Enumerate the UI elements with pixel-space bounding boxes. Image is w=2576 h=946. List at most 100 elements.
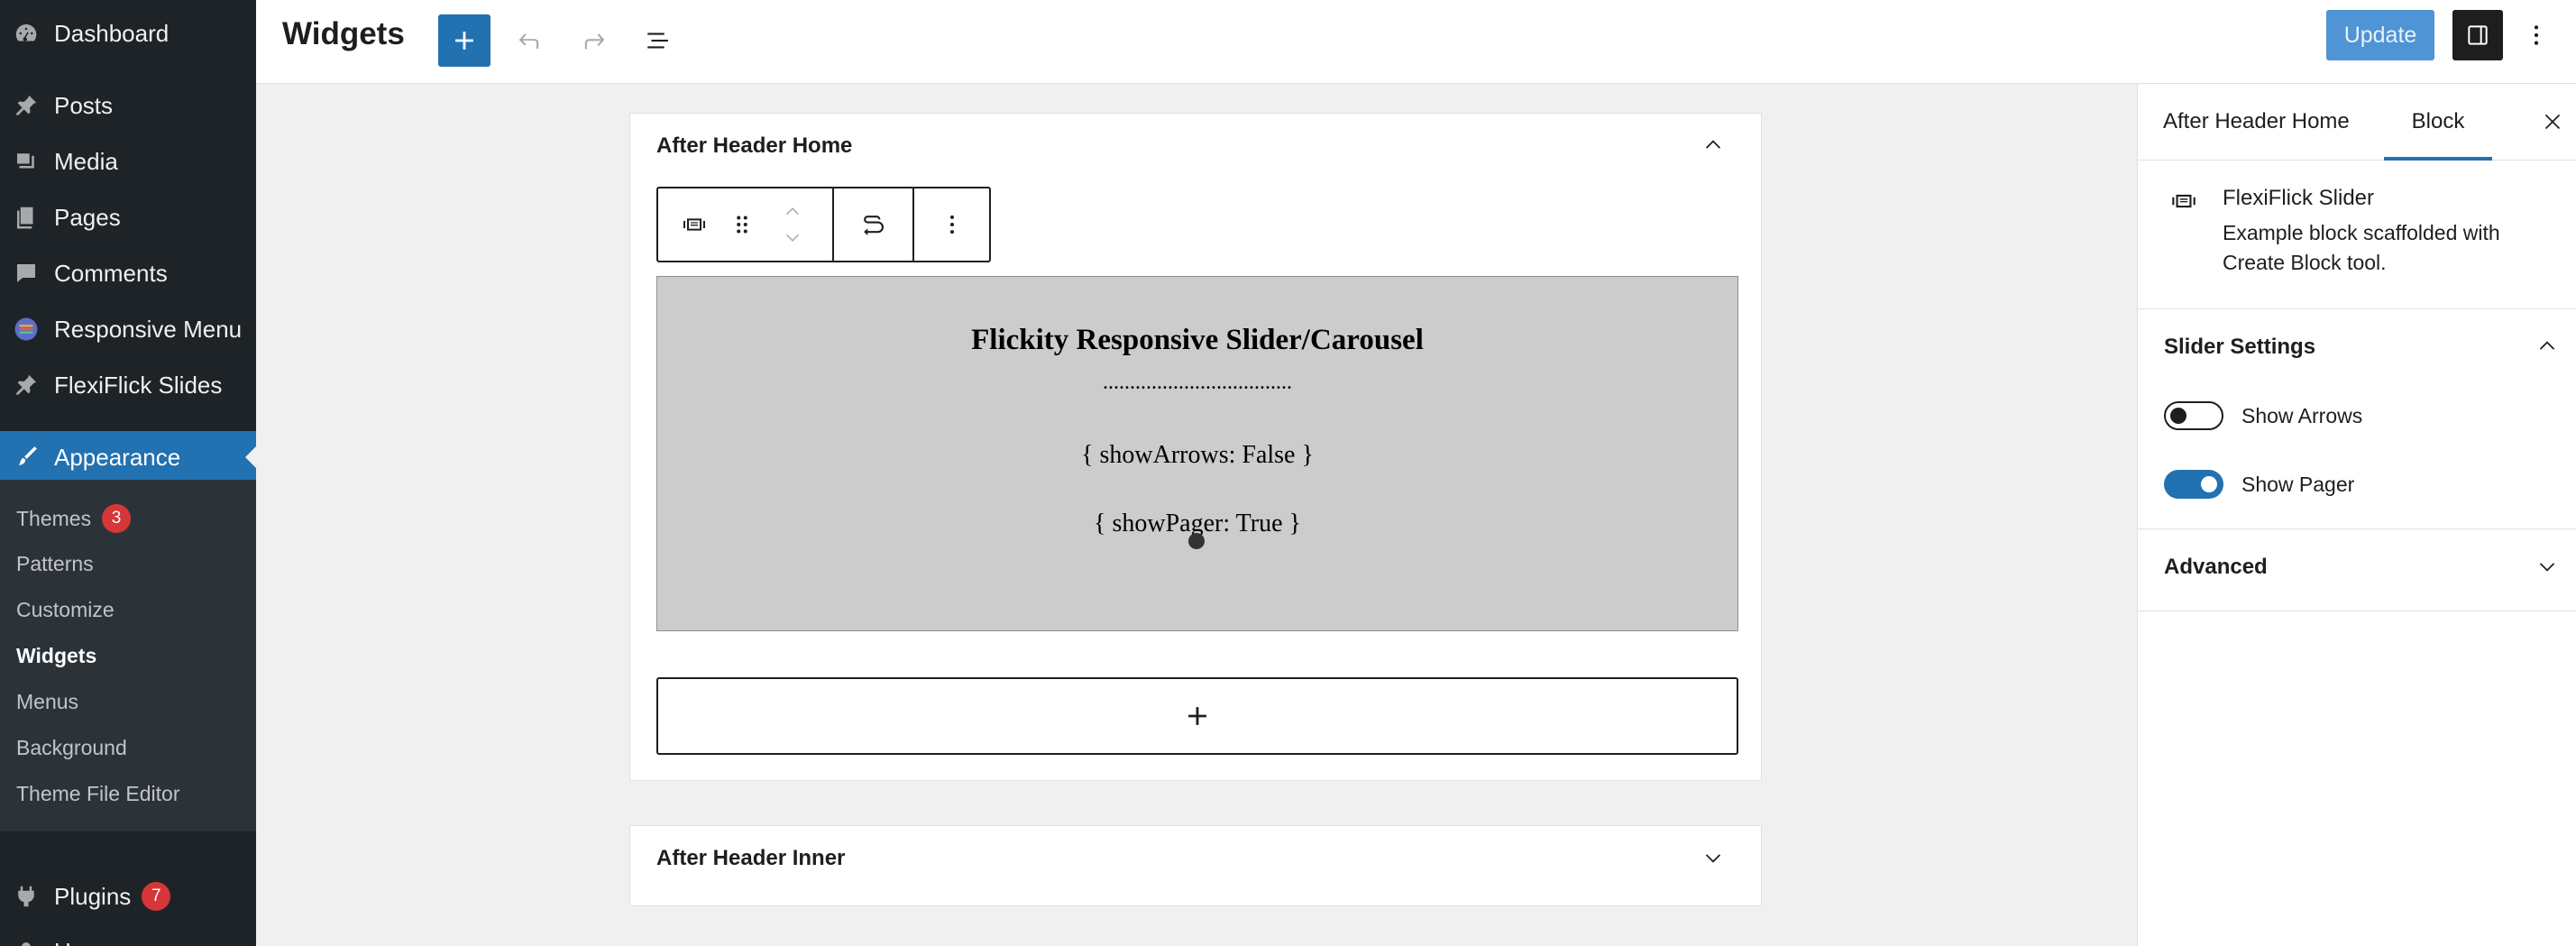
submenu-item-customize[interactable]: Customize	[16, 598, 115, 622]
submenu-label: Background	[16, 736, 127, 759]
menu-item-posts[interactable]: Posts	[0, 79, 256, 132]
menu-item-pages[interactable]: Pages	[0, 191, 256, 243]
menu-label: Appearance	[54, 443, 181, 471]
paintbrush-icon	[11, 442, 41, 473]
show-pager-toggle[interactable]	[2164, 470, 2223, 499]
menu-label: Comments	[54, 259, 168, 287]
list-view-button[interactable]	[633, 14, 685, 67]
admin-sidebar: Dashboard Posts Media Pages Comments Res…	[0, 0, 256, 946]
widget-area-after-header-home: After Header Home Flickity Responsive Sl…	[629, 113, 1762, 781]
slider-preview-title: Flickity Responsive Slider/Carousel	[971, 324, 1424, 356]
submenu-item-patterns[interactable]: Patterns	[16, 552, 94, 576]
loop-icon	[864, 216, 885, 236]
toolbar-divider	[912, 188, 914, 261]
redo-button[interactable]	[568, 14, 620, 67]
chevron-up-icon	[1705, 140, 1721, 149]
editor-canvas: After Header Home Flickity Responsive Sl…	[256, 84, 2137, 946]
editor-header: Widgets Update	[256, 0, 2576, 84]
expand-panel-button[interactable]	[2532, 551, 2562, 582]
menu-label: Pages	[54, 203, 121, 231]
menu-label: Dashboard	[54, 19, 170, 47]
undo-button[interactable]	[503, 14, 555, 67]
widget-area-title[interactable]: After Header Inner	[656, 846, 845, 871]
menu-item-comments[interactable]: Comments	[0, 247, 256, 299]
submenu-label: Themes	[16, 506, 92, 530]
submenu-item-background[interactable]: Background	[16, 736, 127, 760]
collapse-panel-button[interactable]	[2532, 331, 2562, 362]
menu-label: Media	[54, 147, 118, 175]
menu-item-appearance[interactable]: Appearance	[0, 431, 256, 483]
sidebar-toggle-icon	[2468, 25, 2488, 45]
menu-item-dashboard[interactable]: Dashboard	[0, 7, 256, 60]
tab-block[interactable]: Block	[2384, 84, 2492, 161]
submenu-label: Customize	[16, 598, 115, 621]
transform-block-button[interactable]	[844, 207, 902, 243]
toggle-knob	[2170, 408, 2186, 424]
move-down-button[interactable]	[779, 226, 806, 248]
collapse-widget-area-button[interactable]	[1698, 130, 1728, 161]
submenu-label: Theme File Editor	[16, 782, 180, 805]
drag-handle[interactable]	[729, 210, 756, 239]
menu-item-responsive-menu[interactable]: Responsive Menu	[0, 303, 256, 355]
expand-widget-area-button[interactable]	[1698, 842, 1728, 873]
pin-icon	[11, 90, 41, 121]
chevron-down-icon	[1705, 854, 1721, 863]
show-pager-row: Show Pager	[2164, 468, 2354, 501]
menu-item-users[interactable]: Users	[0, 925, 256, 946]
menu-label: FlexiFlick Slides	[54, 371, 223, 399]
submenu-label: Widgets	[16, 644, 97, 667]
chevron-down-icon	[2539, 563, 2555, 572]
menu-item-media[interactable]: Media	[0, 135, 256, 188]
block-appender-button[interactable]	[656, 677, 1738, 755]
update-button[interactable]: Update	[2326, 10, 2434, 60]
menu-item-flexiflick-slides[interactable]: FlexiFlick Slides	[0, 359, 256, 411]
menu-label: Users	[54, 938, 115, 946]
chevron-up-icon	[2539, 341, 2555, 350]
drag-handle-icon	[737, 216, 747, 234]
users-icon	[11, 936, 41, 946]
chevron-up-icon	[785, 207, 800, 216]
show-arrows-toggle[interactable]	[2164, 401, 2223, 430]
block-card-description: Example block scaffolded with Create Blo…	[2223, 221, 2500, 274]
widget-area-title[interactable]: After Header Home	[656, 133, 852, 159]
comment-icon	[11, 258, 41, 289]
tab-widget-area[interactable]: After Header Home	[2163, 84, 2350, 160]
submenu-item-themes[interactable]: Themes 3	[16, 504, 132, 533]
panel-title[interactable]: Slider Settings	[2164, 335, 2315, 360]
menu-label: Plugins	[54, 882, 132, 910]
submenu-item-theme-file-editor[interactable]: Theme File Editor	[16, 782, 180, 806]
add-block-button[interactable]	[438, 14, 490, 67]
options-button[interactable]	[2514, 10, 2559, 60]
submenu-item-menus[interactable]: Menus	[16, 690, 78, 714]
pin-icon	[11, 370, 41, 400]
chevron-down-icon	[785, 234, 800, 242]
block-options-button[interactable]	[930, 207, 974, 243]
flexiflick-slider-block-preview[interactable]: Flickity Responsive Slider/Carousel ....…	[656, 276, 1738, 631]
toggle-label: Show Pager	[2241, 472, 2355, 496]
advanced-panel: Advanced	[2138, 529, 2576, 611]
submenu-item-widgets[interactable]: Widgets	[16, 644, 96, 668]
plus-icon	[1188, 707, 1206, 725]
menu-item-plugins[interactable]: Plugins 7	[0, 870, 256, 923]
submenu-label: Patterns	[16, 552, 94, 575]
toolbar-divider	[832, 188, 834, 261]
settings-sidebar-toggle[interactable]	[2452, 10, 2503, 60]
pages-icon	[11, 202, 41, 233]
block-toolbar	[656, 187, 991, 262]
themes-update-badge: 3	[102, 504, 132, 533]
plugins-update-badge: 7	[142, 882, 171, 911]
block-settings-sidebar: After Header Home Block FlexiFlick Slide…	[2137, 84, 2576, 946]
move-up-button[interactable]	[779, 201, 806, 223]
toggle-knob	[2201, 476, 2217, 492]
submenu-label: Menus	[16, 690, 79, 713]
close-settings-button[interactable]	[2535, 104, 2571, 140]
block-type-button[interactable]	[678, 210, 710, 239]
slider-block-icon	[683, 218, 705, 231]
page-title: Widgets	[282, 16, 405, 51]
list-view-icon	[647, 32, 668, 49]
show-arrows-row: Show Arrows	[2164, 400, 2362, 432]
responsive-menu-logo-icon	[11, 314, 41, 344]
slider-settings-panel: Slider Settings Show Arrows Show Pager	[2138, 309, 2576, 529]
redo-icon	[584, 33, 605, 50]
panel-title[interactable]: Advanced	[2164, 555, 2268, 580]
